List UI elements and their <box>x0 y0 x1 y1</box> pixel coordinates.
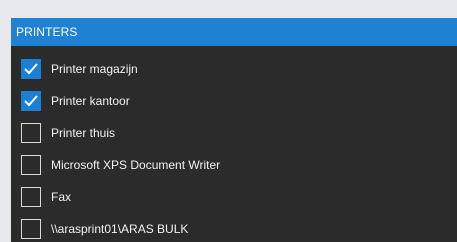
printer-label: Printer magazijn <box>51 62 138 76</box>
printer-label: Microsoft XPS Document Writer <box>51 158 221 172</box>
checkbox-printer-magazijn[interactable] <box>21 59 41 79</box>
printer-item-thuis[interactable]: Printer thuis <box>11 120 457 146</box>
checkbox-printer-kantoor[interactable] <box>21 91 41 111</box>
printer-item-xps[interactable]: Microsoft XPS Document Writer <box>11 152 457 178</box>
checkmark-icon <box>24 95 38 107</box>
checkbox-fax[interactable] <box>21 187 41 207</box>
checkbox-aras-bulk[interactable] <box>21 219 41 239</box>
printer-label: Printer kantoor <box>51 94 130 108</box>
panel-title: PRINTERS <box>11 18 457 46</box>
checkbox-printer-thuis[interactable] <box>21 123 41 143</box>
printer-item-fax[interactable]: Fax <box>11 184 457 210</box>
printer-label: Printer thuis <box>51 126 116 140</box>
printer-item-magazijn[interactable]: Printer magazijn <box>11 56 457 82</box>
printer-label: \\arasprint01\ARAS BULK <box>51 222 189 236</box>
checkbox-xps-writer[interactable] <box>21 155 41 175</box>
printer-item-aras-bulk[interactable]: \\arasprint01\ARAS BULK <box>11 216 457 242</box>
printers-panel: PRINTERS Printer magazijn Printer kantoo… <box>11 18 457 242</box>
printer-label: Fax <box>51 190 72 204</box>
checkmark-icon <box>24 63 38 75</box>
printer-item-kantoor[interactable]: Printer kantoor <box>11 88 457 114</box>
